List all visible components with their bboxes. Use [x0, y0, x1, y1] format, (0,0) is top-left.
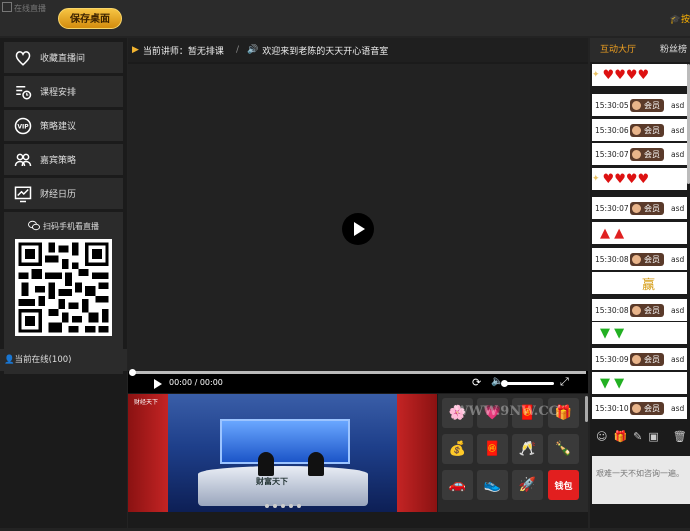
list-item: ▼ ▼ — [592, 372, 690, 394]
gift-icon[interactable]: 🎁 — [613, 430, 627, 443]
user-icon: 👤 — [4, 355, 15, 365]
list-item: 赢 — [592, 272, 690, 294]
list-item: ✦ ♥♥♥♥ — [592, 64, 690, 86]
list-item: 15:30:09 会员 asd — [592, 348, 690, 370]
list-item: 15:30:07 会员 asd — [592, 143, 690, 165]
current-teacher: 当前讲师：暂无排课 — [142, 46, 224, 57]
tab-fans-rank[interactable]: 粉丝榜 — [660, 38, 687, 62]
heart-icon — [15, 50, 31, 66]
gift-panel: 🌸 💗 🧧 🎁 💰 🧧 🥂 🍾 🚗 👟 🚀 钱包 WWW.9NW.CC — [438, 394, 588, 512]
video-player[interactable] — [128, 64, 588, 372]
sidebar-item-label: 收藏直播间 — [40, 54, 86, 64]
schedule-icon — [16, 85, 32, 99]
car-gift-icon[interactable]: 🚗 — [442, 470, 473, 500]
sidebar-item-guest-strategy[interactable]: 嘉宾策略 — [4, 144, 123, 175]
list-item: 15:30:07 会员 asd — [592, 197, 690, 219]
qr-code-image — [15, 239, 112, 336]
notice-bar: ▶ 当前讲师：暂无排课 / 🔊 欢迎来到老陈的天天开心语音室 — [128, 38, 588, 62]
red-packet-gift-icon[interactable]: 🧧 — [477, 434, 508, 464]
sidebar-item-course-schedule[interactable]: 课程安排 — [4, 76, 123, 107]
list-item: 15:30:05 会员 asd — [592, 94, 690, 116]
sidebar-item-label: 嘉宾策略 — [40, 156, 77, 166]
vip-icon: VIP — [14, 117, 32, 134]
chart-icon — [14, 186, 32, 202]
progress-bar[interactable] — [129, 369, 586, 376]
divider: / — [235, 45, 239, 55]
member-badge: 会员 — [630, 201, 664, 215]
member-badge: 会员 — [630, 401, 664, 415]
wechat-icon — [28, 220, 40, 231]
play-button[interactable] — [154, 379, 162, 389]
refresh-icon[interactable]: ⟳ — [472, 376, 481, 389]
chat-panel: 互动大厅 粉丝榜 ✦ ♥♥♥♥ 15:30:05 会员 asd 15:30:06 会员 a… — [590, 38, 690, 528]
list-item: 15:30:10 会员 asd — [592, 397, 690, 419]
trash-icon[interactable]: 🗑 — [673, 430, 687, 443]
play-icon[interactable] — [342, 213, 374, 245]
chat-input[interactable]: 艰难一天不如咨询一遍。 — [592, 456, 690, 504]
svg-text:VIP: VIP — [17, 123, 29, 130]
save-desktop-button[interactable]: 保存桌面 — [58, 8, 122, 29]
chat-messages: ✦ ♥♥♥♥ 15:30:05 会员 asd 15:30:06 会员 asd 15:30:… — [592, 64, 690, 454]
progress-knob[interactable] — [129, 369, 136, 376]
welcome-message: 欢迎来到老陈的天天开心语音室 — [262, 46, 389, 57]
shoe-gift-icon[interactable]: 👟 — [477, 470, 508, 500]
carousel-dots[interactable] — [128, 501, 437, 511]
fullscreen-icon[interactable]: ⤢ — [560, 375, 569, 389]
broom-icon[interactable]: ✎ — [633, 430, 642, 443]
sidebar-item-label: 课程安排 — [40, 88, 77, 98]
member-badge: 会员 — [630, 98, 664, 112]
wallet-button[interactable]: 钱包 — [548, 470, 579, 500]
smile-icon[interactable]: ☺ — [596, 430, 607, 443]
member-badge: 会员 — [630, 123, 664, 137]
list-item: 15:30:08 会员 asd — [592, 248, 690, 270]
online-count: 👤当前在线(100) — [0, 349, 127, 371]
top-right-link[interactable]: 🎓按 — [670, 12, 690, 25]
sidebar-item-finance-calendar[interactable]: 财经日历 — [4, 178, 123, 209]
list-item: 15:30:08 会员 asd — [592, 299, 690, 321]
left-sidebar: 收藏直播间 课程安排 VIP 策略建议 嘉宾策略 财经日历 扫码手机看直播 👤当… — [0, 38, 127, 528]
sidebar-item-favorite-room[interactable]: 收藏直播间 — [4, 42, 123, 73]
champagne-gift-icon[interactable]: 🍾 — [548, 434, 579, 464]
member-badge: 会员 — [630, 352, 664, 366]
logo-image: 在线直播 — [2, 2, 50, 22]
sidebar-item-label: 策略建议 — [40, 122, 77, 132]
list-item: ▲ ▲ — [592, 222, 690, 244]
studio-thumbnail[interactable]: 财经天下 财富天下 — [128, 394, 437, 512]
guests-icon — [14, 153, 32, 166]
speaker-icon: 🔊 — [246, 45, 259, 55]
thumbnail-brand: 财经天下 — [134, 399, 159, 406]
tab-interaction-hall[interactable]: 互动大厅 — [590, 38, 646, 62]
rocket-gift-icon[interactable]: 🚀 — [512, 470, 543, 500]
time-display: 00:00 / 00:00 — [169, 378, 223, 387]
sidebar-item-strategy[interactable]: VIP 策略建议 — [4, 110, 123, 141]
main-area: ▶ 当前讲师：暂无排课 / 🔊 欢迎来到老陈的天天开心语音室 00:00 / 0… — [128, 38, 588, 528]
video-icon: ▶ — [132, 45, 139, 55]
sidebar-item-label: 财经日历 — [40, 190, 77, 200]
wine-gift-icon[interactable]: 🥂 — [512, 434, 543, 464]
gold-ingot-gift-icon[interactable]: 💰 — [442, 434, 473, 464]
watermark: WWW.9NW.CC — [454, 404, 560, 419]
top-bar: 在线直播 保存桌面 🎓按 — [0, 0, 690, 36]
chat-tabs: 互动大厅 粉丝榜 — [590, 38, 690, 62]
member-badge: 会员 — [630, 303, 664, 317]
image-icon[interactable]: ▣ — [648, 430, 658, 443]
chat-toolbar: ☺ 🎁 ✎ ▣ 🗑 — [592, 422, 690, 450]
list-item: ✦ ♥♥♥♥ — [592, 168, 690, 190]
list-item: 15:30:06 会员 asd — [592, 119, 690, 141]
thumbnail-caption: 财富天下 — [256, 477, 288, 486]
list-item: ▼ ▼ — [592, 322, 690, 344]
qr-title: 扫码手机看直播 — [4, 220, 123, 232]
gift-scrollbar[interactable] — [585, 396, 588, 422]
member-badge: 会员 — [630, 147, 664, 161]
player-controls: 00:00 / 00:00 ⟳ 🔈 ⤢ — [128, 369, 588, 393]
member-badge: 会员 — [630, 252, 664, 266]
volume-slider[interactable] — [501, 380, 554, 387]
